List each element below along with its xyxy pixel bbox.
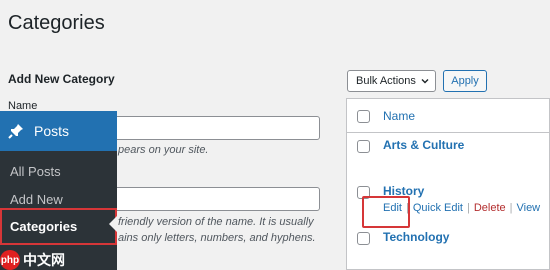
add-category-heading: Add New Category — [8, 72, 115, 86]
edit-highlight-box — [362, 196, 410, 228]
pushpin-icon — [8, 123, 24, 139]
select-all-checkbox[interactable] — [357, 110, 370, 123]
categories-table: Name Arts & Culture History Edit | Quick… — [346, 98, 550, 270]
menu-posts[interactable]: Posts — [0, 111, 117, 151]
slug-description-line2: ains only letters, numbers, and hyphens. — [118, 232, 316, 244]
row-title-arts-culture[interactable]: Arts & Culture — [383, 138, 464, 152]
submenu-all-posts[interactable]: All Posts — [10, 164, 61, 179]
admin-menu: Posts All Posts Add New Categories — [0, 111, 117, 270]
current-menu-arrow — [109, 216, 117, 232]
delete-link[interactable]: Delete — [474, 202, 506, 214]
name-description: pears on your site. — [118, 144, 209, 156]
page-title: Categories — [8, 12, 105, 34]
chevron-down-icon — [421, 79, 429, 84]
slug-description-line1: friendly version of the name. It is usua… — [118, 216, 314, 228]
apply-button[interactable]: Apply — [443, 70, 487, 92]
menu-posts-label: Posts — [34, 123, 70, 139]
separator: | — [466, 202, 470, 214]
table-header: Name — [347, 99, 550, 133]
submenu-add-new[interactable]: Add New — [10, 192, 63, 207]
watermark: php 中文网 — [0, 250, 65, 270]
separator: | — [509, 202, 513, 214]
row-checkbox-arts-culture[interactable] — [357, 140, 370, 153]
column-name-header[interactable]: Name — [383, 109, 415, 123]
row-title-technology[interactable]: Technology — [383, 230, 449, 244]
watermark-logo: php — [0, 250, 20, 270]
watermark-text: 中文网 — [23, 252, 65, 268]
row-checkbox-technology[interactable] — [357, 232, 370, 245]
bulk-actions-value: Bulk Actions — [356, 75, 416, 87]
bulk-actions-select[interactable]: Bulk Actions — [347, 70, 436, 92]
view-link[interactable]: View — [516, 202, 540, 214]
submenu-categories[interactable]: Categories — [0, 208, 117, 245]
quick-edit-link[interactable]: Quick Edit — [413, 202, 463, 214]
